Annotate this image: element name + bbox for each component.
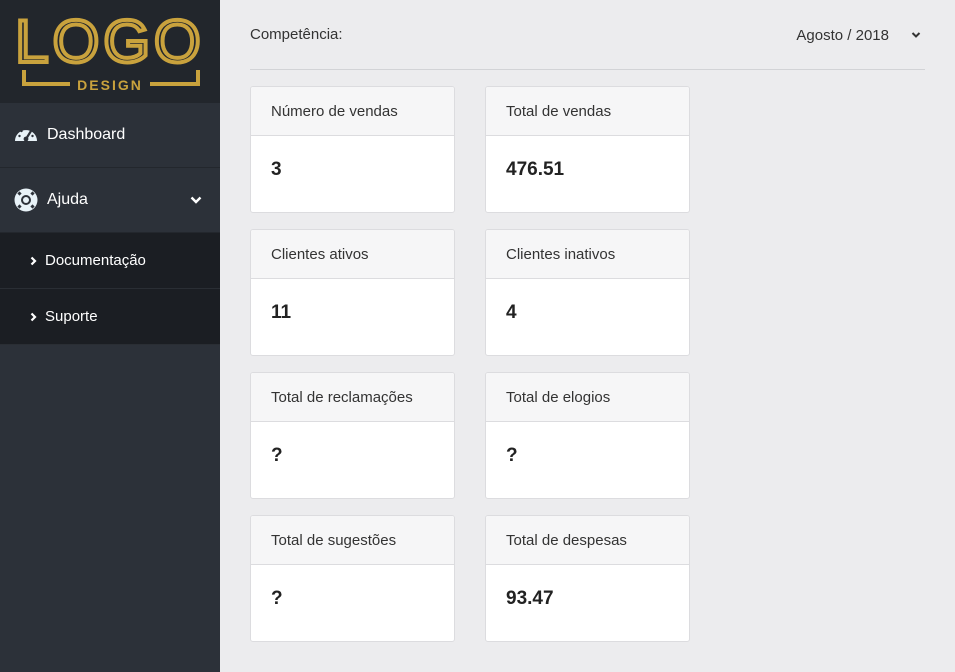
sidebar: LOGO DESIGN Dashboard Ajuda Documentação… <box>0 0 220 672</box>
card-total-reclamacoes: Total de reclamações ? <box>250 372 455 499</box>
card-title: Clientes inativos <box>486 230 689 279</box>
competencia-select[interactable]: Agosto / 2018 <box>796 20 925 50</box>
sidebar-item-label: Ajuda <box>47 191 88 208</box>
chevron-right-icon <box>30 312 37 322</box>
card-value: ? <box>271 588 283 609</box>
card-value: 11 <box>271 302 292 323</box>
logo-design-icon: LOGO DESIGN <box>13 6 204 93</box>
sidebar-item-ajuda[interactable]: Ajuda <box>0 168 220 233</box>
card-title: Total de despesas <box>486 516 689 565</box>
competencia-label: Competência: <box>250 26 343 43</box>
card-total-despesas: Total de despesas 93.47 <box>485 515 690 642</box>
card-clientes-ativos: Clientes ativos 11 <box>250 229 455 356</box>
sidebar-item-dashboard[interactable]: Dashboard <box>0 103 220 168</box>
submenu-item-suporte[interactable]: Suporte <box>0 289 220 345</box>
card-value: ? <box>506 445 518 466</box>
card-title: Total de elogios <box>486 373 689 422</box>
logo[interactable]: LOGO DESIGN <box>0 0 220 103</box>
main-content: Competência: Agosto / 2018 Número de ven… <box>220 0 955 672</box>
dashboard-gauge-icon <box>13 122 39 148</box>
card-total-sugestoes: Total de sugestões ? <box>250 515 455 642</box>
chevron-down-icon[interactable] <box>190 192 202 210</box>
card-title: Total de vendas <box>486 87 689 136</box>
competencia-value: Agosto / 2018 <box>796 26 889 44</box>
card-title: Número de vendas <box>251 87 454 136</box>
card-title: Total de sugestões <box>251 516 454 565</box>
logo-text: LOGO <box>15 8 204 75</box>
submenu-ajuda: Documentação Suporte <box>0 233 220 345</box>
submenu-item-label: Documentação <box>45 252 146 269</box>
card-title: Total de reclamações <box>251 373 454 422</box>
card-value: ? <box>271 445 283 466</box>
card-total-vendas: Total de vendas 476.51 <box>485 86 690 213</box>
card-value: 4 <box>506 302 517 323</box>
card-value: 3 <box>271 159 282 180</box>
submenu-item-documentacao[interactable]: Documentação <box>0 233 220 289</box>
card-value: 476.51 <box>506 159 565 180</box>
card-clientes-inativos: Clientes inativos 4 <box>485 229 690 356</box>
sidebar-item-label: Dashboard <box>47 126 126 143</box>
card-total-elogios: Total de elogios ? <box>485 372 690 499</box>
card-value: 93.47 <box>506 588 554 609</box>
lifebuoy-icon <box>13 187 39 213</box>
logo-subtext: DESIGN <box>77 77 143 93</box>
submenu-item-label: Suporte <box>45 308 98 325</box>
competencia-bar: Competência: Agosto / 2018 <box>250 0 925 70</box>
card-title: Clientes ativos <box>251 230 454 279</box>
chevron-down-icon <box>911 31 921 39</box>
chevron-right-icon <box>30 256 37 266</box>
card-numero-vendas: Número de vendas 3 <box>250 86 455 213</box>
